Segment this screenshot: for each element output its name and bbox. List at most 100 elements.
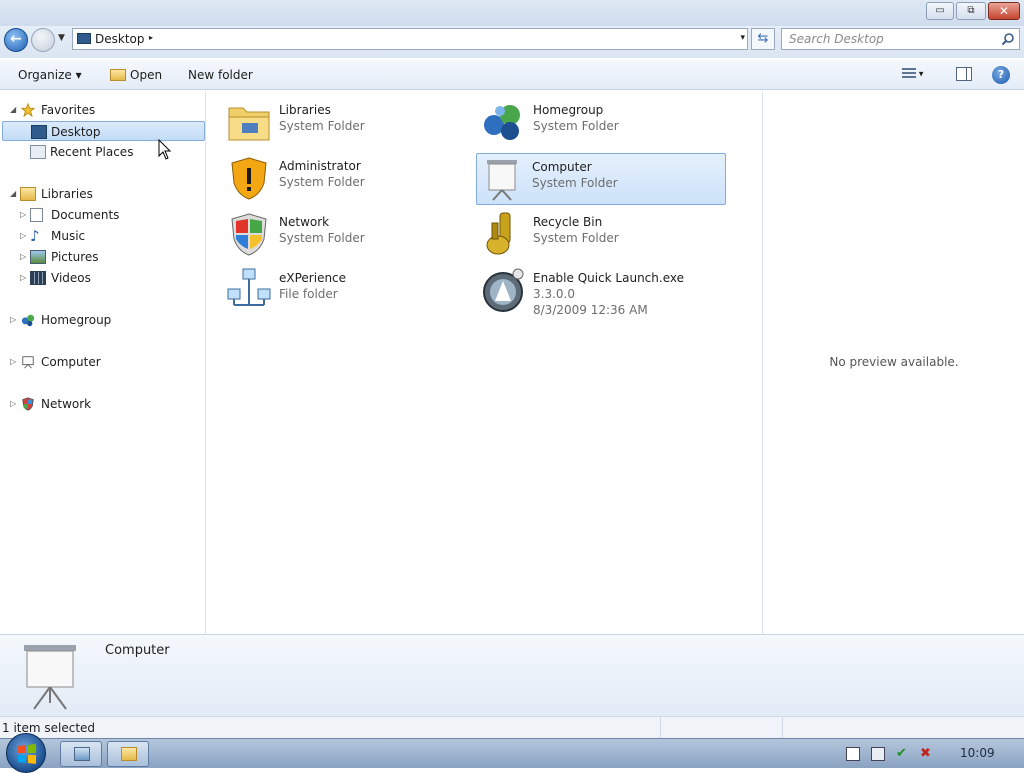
nav-recent-places[interactable]: Recent Places xyxy=(2,142,205,162)
file-item-experience[interactable]: eXPerience File folder xyxy=(224,265,474,317)
collapse-triangle-icon[interactable]: ▷ xyxy=(20,205,26,225)
address-dropdown-icon[interactable]: ▾ xyxy=(740,33,745,43)
folder-icon xyxy=(110,69,126,81)
file-name: Recycle Bin xyxy=(533,215,603,229)
close-button[interactable]: ✕ xyxy=(988,2,1020,20)
file-item-computer[interactable]: Computer System Folder xyxy=(476,153,726,205)
file-type: System Folder xyxy=(279,175,365,189)
file-item-network[interactable]: Network System Folder xyxy=(224,209,474,261)
start-button[interactable] xyxy=(6,733,46,773)
view-dropdown-icon[interactable]: ▾ xyxy=(919,70,924,80)
address-row: ← ▼ Desktop ▸ ▾ ⇆ Search Desktop xyxy=(0,26,1024,58)
command-bar: Organize ▾ Open New folder ▾ ? xyxy=(0,58,1024,90)
libraries-folder-icon xyxy=(228,107,270,141)
address-path[interactable]: Desktop xyxy=(95,32,145,46)
nav-label: Network xyxy=(41,397,92,411)
tray-network-icon[interactable] xyxy=(871,747,885,761)
recent-pages-dropdown[interactable]: ▼ xyxy=(58,33,65,43)
file-name: Homegroup xyxy=(533,103,604,117)
nav-libraries[interactable]: ◢ Libraries xyxy=(8,184,198,204)
music-icon: ♪ xyxy=(30,227,40,245)
back-button[interactable]: ← xyxy=(4,28,28,52)
file-item-libraries[interactable]: Libraries System Folder xyxy=(224,97,474,149)
file-name: Computer xyxy=(532,160,592,174)
taskbar-app-explorer[interactable] xyxy=(107,741,149,767)
file-item-homegroup[interactable]: Homegroup System Folder xyxy=(478,97,728,149)
change-view-button[interactable]: ▾ xyxy=(902,68,936,82)
monitor-icon xyxy=(74,747,90,761)
nav-computer[interactable]: ▷ Computer xyxy=(8,352,198,372)
file-name: Enable Quick Launch.exe xyxy=(533,271,684,285)
file-type: System Folder xyxy=(532,176,618,190)
forward-button[interactable] xyxy=(31,28,55,52)
collapse-triangle-icon[interactable]: ▷ xyxy=(20,268,26,288)
collapse-triangle-icon[interactable]: ▷ xyxy=(10,352,16,372)
file-name: Administrator xyxy=(279,159,361,173)
documents-icon xyxy=(30,208,43,222)
nav-favorites[interactable]: ◢ Favorites xyxy=(8,100,198,120)
projector-screen-icon xyxy=(24,645,76,710)
open-button[interactable]: Open xyxy=(110,68,162,82)
search-input[interactable]: Search Desktop xyxy=(781,28,1020,50)
nav-label: Desktop xyxy=(51,125,101,139)
status-text: 1 item selected xyxy=(2,721,96,735)
nav-music[interactable]: ▷ ♪ Music xyxy=(18,226,198,246)
computer-icon xyxy=(22,356,34,369)
file-item-enable-quick-launch[interactable]: Enable Quick Launch.exe 3.3.0.0 8/3/2009… xyxy=(478,265,728,323)
back-arrow-icon: ← xyxy=(10,31,22,47)
desktop-icon xyxy=(77,33,91,44)
refresh-button[interactable]: ⇆ xyxy=(751,28,775,50)
breadcrumb-chevron-icon[interactable]: ▸ xyxy=(149,33,153,42)
file-version: 3.3.0.0 xyxy=(533,287,575,301)
expand-triangle-icon[interactable]: ◢ xyxy=(10,100,16,120)
minimize-button[interactable]: ▭ xyxy=(926,2,954,20)
collapse-triangle-icon[interactable]: ▷ xyxy=(10,310,16,330)
maximize-button[interactable]: ⧉ xyxy=(956,2,986,20)
organize-button[interactable]: Organize ▾ xyxy=(18,68,82,82)
tray-volume-muted-icon[interactable]: ✖ xyxy=(920,747,934,761)
desktop-icon xyxy=(31,125,47,139)
nav-pictures[interactable]: ▷ Pictures xyxy=(18,247,198,267)
address-bar[interactable]: Desktop ▸ ▾ xyxy=(72,28,748,50)
tray-security-icon[interactable]: ✔ xyxy=(896,747,910,761)
tuba-icon xyxy=(486,212,511,255)
title-bar: ▭ ⧉ ✕ xyxy=(0,0,1024,26)
nav-videos[interactable]: ▷ Videos xyxy=(18,268,198,288)
nav-label: Favorites xyxy=(41,103,96,117)
videos-icon xyxy=(30,271,46,285)
nav-label: Documents xyxy=(51,208,120,222)
nav-label: Music xyxy=(51,229,86,243)
details-pane: Computer xyxy=(0,634,1024,716)
search-placeholder: Search Desktop xyxy=(789,32,884,46)
windows-logo-icon xyxy=(18,744,36,764)
new-folder-button[interactable]: New folder xyxy=(188,68,253,82)
help-button[interactable]: ? xyxy=(992,66,1010,84)
preview-pane-button[interactable] xyxy=(956,67,972,81)
collapse-triangle-icon[interactable]: ▷ xyxy=(20,247,26,267)
search-icon[interactable] xyxy=(1001,32,1015,46)
nav-homegroup[interactable]: ▷ Homegroup xyxy=(8,310,198,330)
file-item-recycle-bin[interactable]: Recycle Bin System Folder xyxy=(478,209,728,261)
mouse-cursor-icon xyxy=(158,139,172,160)
nav-network[interactable]: ▷ Network xyxy=(8,394,198,414)
expand-triangle-icon[interactable]: ◢ xyxy=(10,184,16,204)
nav-documents[interactable]: ▷ Documents xyxy=(18,205,198,225)
details-title: Computer xyxy=(105,643,170,658)
status-divider xyxy=(660,717,661,739)
file-date: 8/3/2009 12:36 AM xyxy=(533,303,648,317)
nav-desktop[interactable]: Desktop xyxy=(2,121,205,141)
taskbar-app-remote-desktop[interactable] xyxy=(60,741,102,767)
nav-label: Libraries xyxy=(41,187,93,201)
refresh-icon: ⇆ xyxy=(757,31,769,46)
collapse-triangle-icon[interactable]: ▷ xyxy=(20,226,26,246)
file-item-administrator[interactable]: Administrator System Folder xyxy=(224,153,474,205)
file-type: System Folder xyxy=(279,231,365,245)
file-list: Libraries System Folder Homegroup System… xyxy=(207,91,762,634)
taskbar-clock[interactable]: 10:09 xyxy=(960,746,995,760)
collapse-triangle-icon[interactable]: ▷ xyxy=(10,394,16,414)
view-icon xyxy=(902,68,916,80)
application-icon xyxy=(483,268,524,312)
projector-screen-icon xyxy=(487,160,517,201)
star-icon xyxy=(20,103,36,117)
tray-document-icon[interactable] xyxy=(846,747,860,761)
